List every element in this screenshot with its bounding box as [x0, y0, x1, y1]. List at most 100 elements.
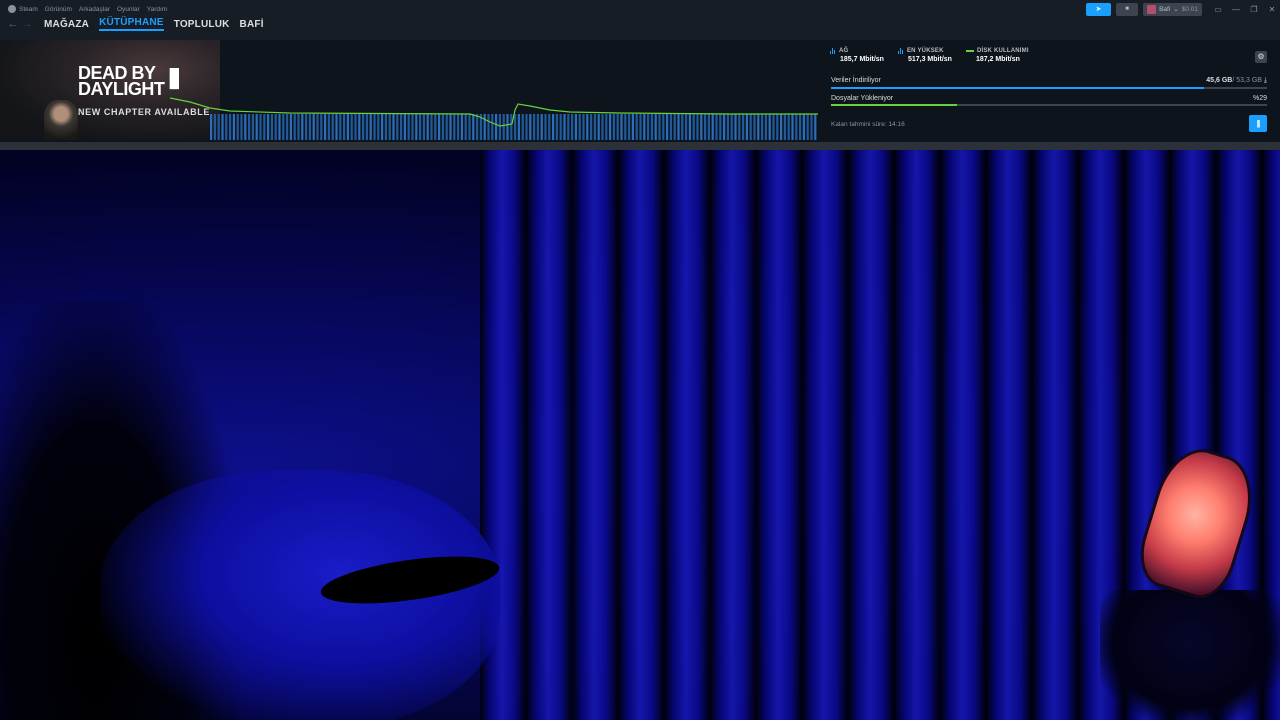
network-bar: [616, 114, 619, 140]
network-bar: [498, 114, 501, 140]
network-bar: [647, 114, 650, 140]
back-arrow-icon[interactable]: ←: [6, 18, 20, 30]
network-bars-icon: [830, 48, 836, 54]
download-size: 45,6 GB/ 53,3 GB ⤓: [1206, 77, 1267, 85]
network-bar: [449, 114, 452, 140]
network-bar: [578, 114, 581, 140]
network-bar: [571, 114, 574, 140]
network-bar: [388, 114, 391, 140]
network-bar: [787, 114, 790, 140]
download-icon: ⤓: [1263, 77, 1267, 84]
network-bar: [312, 114, 315, 140]
network-bar: [331, 114, 334, 140]
network-bar: [635, 114, 638, 140]
close-icon[interactable]: ✕: [1264, 5, 1280, 14]
network-bar: [476, 114, 479, 140]
notifications-button[interactable]: ■: [1116, 2, 1139, 16]
network-bar: [799, 114, 802, 140]
network-bar: [726, 114, 729, 140]
minimize-icon[interactable]: —: [1228, 5, 1244, 14]
network-bar: [544, 114, 547, 140]
menu-help[interactable]: Yardım: [147, 6, 167, 13]
network-bar: [772, 114, 775, 140]
tab-store[interactable]: MAĞAZA: [44, 19, 89, 30]
network-bar: [343, 114, 346, 140]
network-bar: [324, 114, 327, 140]
announcements-button[interactable]: ➤: [1086, 2, 1112, 16]
network-bar: [673, 114, 676, 140]
network-bar: [802, 114, 805, 140]
network-bar: [453, 114, 456, 140]
network-bar: [392, 114, 395, 140]
stat-disk: DİSK KULLANIMI 187,2 Mbit/sn: [965, 48, 1029, 63]
network-bar: [593, 114, 596, 140]
pause-button[interactable]: ||: [1249, 115, 1267, 132]
account-menu-button[interactable]: Bafi ⌄ $0.01: [1143, 2, 1202, 16]
network-bar: [609, 114, 612, 140]
network-bar: [358, 114, 361, 140]
menu-steam[interactable]: Steam: [19, 6, 38, 13]
steam-window: { "menu": { "app_name": "Steam", "items"…: [0, 0, 1280, 720]
tab-community[interactable]: TOPLULUK: [174, 19, 230, 30]
files-progress-track: [831, 104, 1267, 106]
network-bar: [696, 114, 699, 140]
wallet-balance: $0.01: [1181, 5, 1198, 13]
network-bar: [373, 114, 376, 140]
network-bar: [229, 114, 232, 140]
maximize-icon[interactable]: ❐: [1246, 5, 1262, 14]
menu-view[interactable]: Görünüm: [45, 6, 72, 13]
network-bar: [270, 114, 273, 140]
network-bar: [559, 114, 562, 140]
network-bar: [723, 114, 726, 140]
disk-label: DİSK KULLANIMI: [976, 48, 1029, 54]
network-bar: [472, 114, 475, 140]
download-status-label: Veriler İndiriliyor: [831, 77, 881, 84]
network-bar: [464, 114, 467, 140]
files-percent: %29: [1252, 95, 1267, 102]
menu-games[interactable]: Oyunlar: [117, 6, 140, 13]
network-bar: [783, 114, 786, 140]
network-bar: [506, 114, 509, 140]
network-bar: [631, 114, 634, 140]
network-bar: [810, 114, 813, 140]
network-bar: [221, 114, 224, 140]
network-bar: [297, 114, 300, 140]
network-bar: [430, 114, 433, 140]
network-bar: [225, 114, 228, 140]
network-bar: [677, 114, 680, 140]
network-bar: [381, 114, 384, 140]
files-progress-fill: [831, 104, 958, 106]
network-bar: [776, 114, 779, 140]
network-bar: [795, 114, 798, 140]
tab-library[interactable]: KÜTÜPHANE: [99, 17, 164, 31]
network-bar: [384, 114, 387, 140]
monitor-icon[interactable]: ▭: [1210, 5, 1226, 14]
peak-bars-icon: [897, 48, 904, 54]
webcam-overlay: [0, 150, 1280, 720]
network-bar: [768, 114, 771, 140]
network-bar: [662, 114, 665, 140]
network-bar: [533, 114, 536, 140]
network-bar: [400, 114, 403, 140]
network-bar: [396, 114, 399, 140]
network-bar: [251, 114, 254, 140]
network-bar: [293, 114, 296, 140]
network-bar: [745, 114, 748, 140]
network-bar: [582, 114, 585, 140]
network-bar: [704, 114, 707, 140]
network-bar: [643, 114, 646, 140]
download-graph: [170, 97, 818, 140]
window-controls: ➤ ■ Bafi ⌄ $0.01 ▭ — ❐ ✕: [1086, 2, 1280, 16]
network-bar: [654, 114, 657, 140]
network-bar: [555, 114, 558, 140]
network-bar: [210, 114, 213, 140]
forward-arrow-icon[interactable]: →: [20, 18, 34, 30]
network-bar: [289, 114, 292, 140]
game-subtitle: NEW CHAPTER AVAILABLE: [78, 107, 210, 117]
network-bar: [597, 114, 600, 140]
gear-icon[interactable]: ⚙: [1255, 51, 1267, 63]
tab-profile[interactable]: BAFİ: [240, 19, 264, 30]
disk-value: 187,2 Mbit/sn: [975, 56, 1020, 63]
menu-friends[interactable]: Arkadaşlar: [79, 6, 110, 13]
network-bar: [525, 114, 528, 140]
